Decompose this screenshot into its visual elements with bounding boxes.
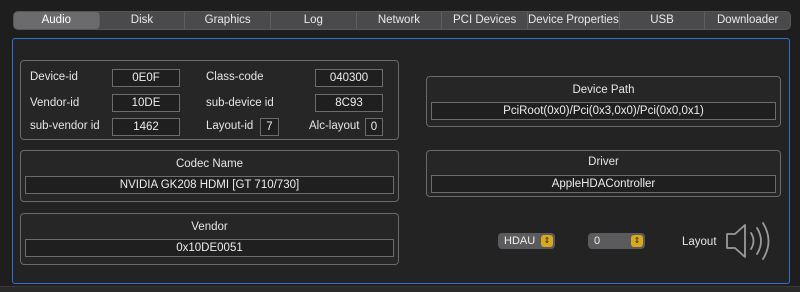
vendor-title: Vendor (191, 221, 228, 233)
tab-bar: Audio Disk Graphics Log Network PCI Devi… (13, 11, 791, 30)
audio-panel: Device-id 0E0F Class-code 040300 Vendor-… (12, 38, 790, 284)
ids-box: Device-id 0E0F Class-code 040300 Vendor-… (20, 60, 399, 140)
layout-select[interactable]: 0 ⇕ (588, 233, 645, 249)
layout-id-field[interactable]: 7 (260, 118, 279, 136)
layout-select-value: 0 (594, 235, 601, 247)
tab-audio[interactable]: Audio (14, 12, 100, 29)
vendor-id-field[interactable]: 10DE (112, 94, 180, 112)
speaker-icon (726, 222, 770, 260)
stepper-icon: ⇕ (541, 235, 553, 247)
sub-device-id-label: sub-device id (206, 97, 274, 109)
tab-device-properties[interactable]: Device Properties (528, 12, 620, 29)
codec-select[interactable]: HDAU ⇕ (498, 233, 555, 249)
sub-device-id-field[interactable]: 8C93 (315, 94, 383, 112)
device-path-box: Device Path PciRoot(0x0)/Pci(0x3,0x0)/Pc… (426, 76, 781, 127)
device-path-title: Device Path (572, 84, 635, 96)
tab-log[interactable]: Log (271, 12, 357, 29)
alc-layout-field[interactable]: 0 (365, 118, 383, 136)
tab-pci-devices[interactable]: PCI Devices (442, 12, 528, 29)
tab-downloader[interactable]: Downloader (705, 12, 790, 29)
vendor-field[interactable]: 0x10DE0051 (25, 239, 394, 257)
vendor-id-label: Vendor-id (30, 97, 80, 109)
device-id-label: Device-id (30, 71, 78, 83)
tab-usb[interactable]: USB (620, 12, 706, 29)
vendor-box: Vendor 0x10DE0051 (20, 213, 399, 265)
tab-network[interactable]: Network (357, 12, 443, 29)
driver-field[interactable]: AppleHDAController (431, 175, 776, 193)
stepper-icon: ⇕ (631, 235, 643, 247)
sub-vendor-id-field[interactable]: 1462 (112, 118, 180, 136)
tab-graphics[interactable]: Graphics (185, 12, 271, 29)
codec-name-title: Codec Name (175, 158, 244, 170)
codec-name-field[interactable]: NVIDIA GK208 HDMI [GT 710/730] (25, 176, 394, 194)
sub-vendor-id-label: sub-vendor id (30, 120, 100, 132)
driver-box: Driver AppleHDAController (426, 150, 781, 197)
class-code-field[interactable]: 040300 (315, 69, 383, 87)
layout-id-label: Layout-id (206, 120, 254, 132)
class-code-label: Class-code (206, 71, 264, 83)
device-id-field[interactable]: 0E0F (112, 69, 180, 87)
layout-label: Layout (682, 236, 717, 248)
bottom-bar (0, 286, 800, 292)
device-path-field[interactable]: PciRoot(0x0)/Pci(0x3,0x0)/Pci(0x0,0x1) (431, 102, 776, 120)
codec-name-box: Codec Name NVIDIA GK208 HDMI [GT 710/730… (20, 150, 399, 202)
codec-select-value: HDAU (504, 235, 536, 247)
tab-disk[interactable]: Disk (100, 12, 186, 29)
alc-layout-label: Alc-layout (309, 120, 360, 132)
driver-title: Driver (588, 156, 619, 168)
